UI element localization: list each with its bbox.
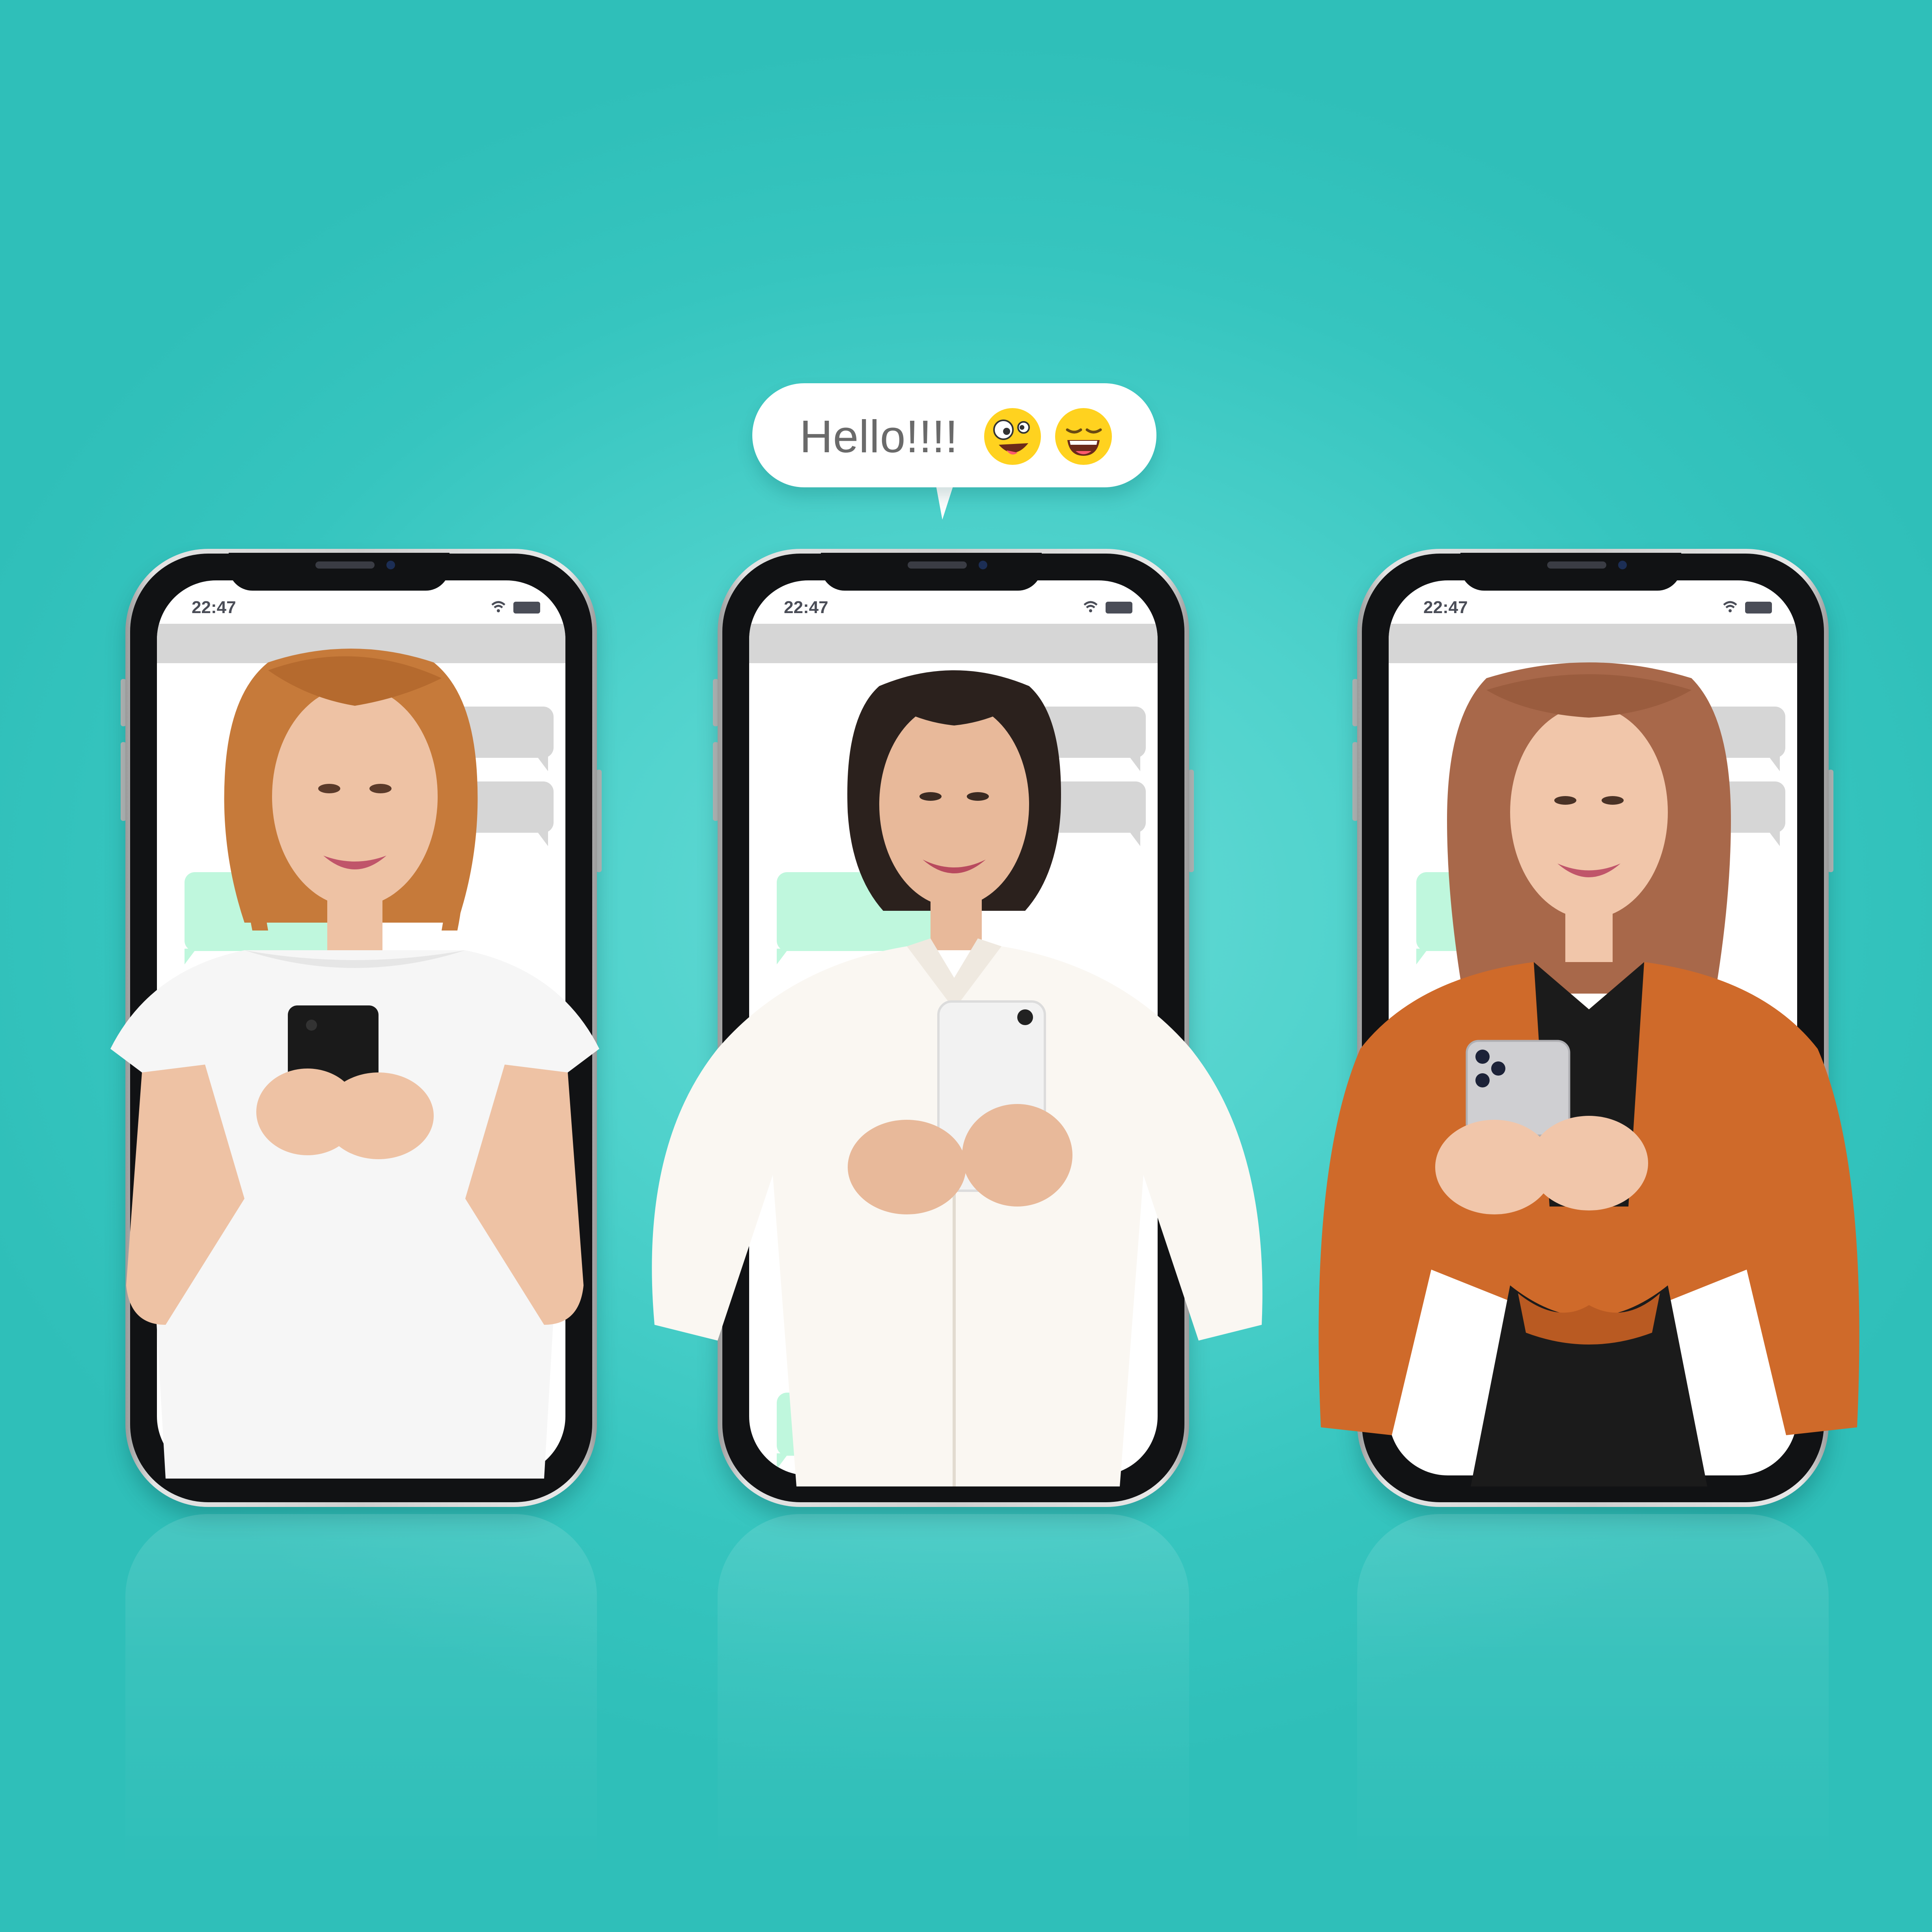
battery-icon [513,602,540,614]
phone-notch [229,553,449,591]
woman-dark-hair-photo [652,670,1263,1486]
phone-reflection [718,1514,1189,1869]
phone-notch [1460,553,1681,591]
status-time: 22:47 [1423,598,1468,617]
status-time: 22:47 [192,598,236,617]
hello-chat-bubble: Hello!!!! [752,383,1156,487]
battery-icon [1745,602,1772,614]
speaker-grille [1547,561,1606,569]
front-camera [1618,561,1627,569]
wifi-icon [1083,601,1098,612]
woman-brown-hair-photo [1318,662,1859,1486]
hello-text: Hello!!!! [800,411,959,462]
status-time: 22:47 [784,598,828,617]
phone-notch [821,553,1042,591]
speaker-grille [315,561,375,569]
front-camera [979,561,987,569]
phone-reflection [125,1514,597,1869]
woman-red-hair-photo [110,649,599,1479]
front-camera [386,561,395,569]
phone-reflection [1357,1514,1829,1869]
crazy-face-emoji-icon [984,408,1041,465]
grinning-squinting-face-emoji-icon [1055,408,1112,465]
wifi-icon [1723,601,1737,612]
battery-icon [1106,602,1132,614]
wifi-icon [491,601,505,612]
speaker-grille [908,561,967,569]
